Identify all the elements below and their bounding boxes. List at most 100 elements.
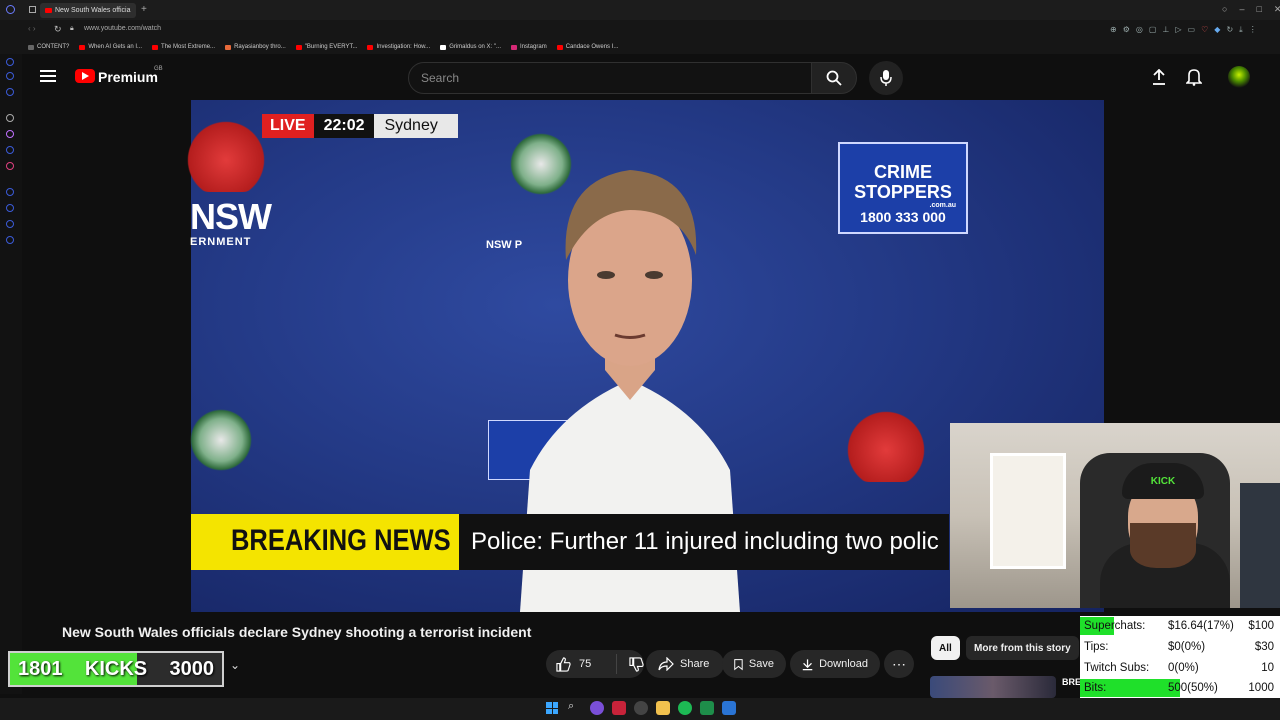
account-avatar[interactable] [1228,66,1250,88]
upload-icon [1153,69,1165,85]
new-tab-plus-icon[interactable]: + [141,4,147,15]
side-panel-icon[interactable] [6,88,14,96]
reload-icon[interactable]: ↻ [54,24,62,35]
taskbar-app2-icon[interactable] [722,701,736,715]
crime-stoppers-phone: 1800 333 000 [860,209,946,225]
video-icon[interactable]: ▭ [1188,25,1196,35]
download-button[interactable]: Download [790,650,880,678]
window-search-icon[interactable]: ○ [1222,4,1227,15]
share-icon [658,657,674,671]
bookmark-favicon-icon [367,44,374,50]
chip-more-label: More from this story [974,642,1071,654]
bookmark-item[interactable]: The Most Extreme... [152,44,215,50]
window-controls: ○ – □ ✕ [1222,4,1280,15]
kicks-text: 1801 KICKS 3000 [10,653,222,685]
share-button[interactable]: Share [646,650,724,678]
related-video-title[interactable]: BRE [1062,677,1081,687]
search-input[interactable]: Search [408,62,812,94]
bookmark-item[interactable]: CONTENT? [28,44,69,50]
tab-grid-icon[interactable] [29,6,36,13]
side-panel-icon[interactable] [6,162,14,170]
side-panel-icon[interactable] [6,146,14,154]
chip-all[interactable]: All [931,636,960,660]
youtube-logo-icon[interactable] [75,69,95,83]
menu-hamburger-icon[interactable] [40,70,56,82]
download-tray-icon[interactable]: ⤓ [1239,25,1243,35]
dislike-button[interactable] [623,656,644,672]
side-panel-icon[interactable] [6,130,14,138]
maximize-icon[interactable]: □ [1256,4,1261,15]
microphone-icon [880,70,892,86]
ext-blue-icon[interactable]: ◆ [1214,25,1220,35]
side-panel-icon[interactable] [6,204,14,212]
voice-search-button[interactable] [869,61,903,95]
bookmark-item[interactable]: Grimaldus on X: "... [440,44,501,50]
close-window-icon[interactable]: ✕ [1274,4,1280,15]
bookmark-icon[interactable]: ▢ [1149,25,1157,35]
crime-stoppers-sign: CRIME STOPPERS .com.au 1800 333 000 [838,142,968,234]
heart-icon[interactable]: ♡ [1201,25,1208,35]
bookmark-favicon-icon [511,44,518,50]
bookmark-item[interactable]: "Burning EVERYT... [295,44,357,50]
extension-icons: ⊕ ⚙ ◎ ▢ ⊥ ▷ ▭ ♡ ◆ ↻ ⤓ ⋮ [1110,25,1257,35]
nsw-logo-subtext: ERNMENT [190,236,252,248]
side-panel-icon[interactable] [6,114,14,122]
notifications-button[interactable] [1183,66,1205,88]
taskbar-obs-icon[interactable] [634,701,648,715]
related-video-thumbnail[interactable] [930,676,1056,698]
region-code: GB [154,66,163,72]
bell-icon [1186,69,1202,86]
goal-label: Superchats: [1084,620,1146,632]
goal-target: 10 [1261,661,1274,674]
browser-menu-icon[interactable] [6,5,15,14]
nsw-police-text: NSW P [486,239,523,251]
kicks-goal: 3000 [169,657,214,680]
chip-more-from-story[interactable]: More from this story [966,636,1079,660]
download-label: Download [819,658,868,670]
goal-row: Bits: 500(50%) 1000 [1080,678,1280,698]
windows-start-icon[interactable] [546,702,558,714]
settings-icon[interactable]: ⚙ [1123,25,1130,35]
tab-title: New South Wales officia [55,7,131,14]
side-panel-icon[interactable] [6,220,14,228]
chevron-down-icon[interactable]: ⌄ [230,658,240,672]
side-panel-icon[interactable] [6,72,14,80]
menu-dots-icon[interactable]: ⋮ [1249,25,1257,35]
zoom-icon[interactable]: ⊕ [1110,25,1117,35]
taskbar-spotify-icon[interactable] [678,701,692,715]
taskbar-browser-icon[interactable] [590,701,604,715]
browser-tab-active[interactable]: New South Wales officia [40,3,136,18]
browser-tab-bar [0,0,1280,20]
browser-address-bar [0,20,1280,40]
bookmark-item[interactable]: Rayasianboy thro... [225,44,286,50]
cap-logo-text: KICK [1150,475,1176,487]
bookmark-item[interactable]: Investigation: How... [367,44,430,50]
goal-target: $100 [1248,620,1274,632]
side-panel-icon[interactable] [6,236,14,244]
back-icon[interactable]: ‹ › [28,24,36,33]
pin-icon[interactable]: ⊥ [1162,25,1169,35]
taskbar-search-icon[interactable]: ⌕ [568,700,574,713]
bookmark-item[interactable]: Candace Owens I... [556,44,618,50]
taskbar-folder-icon[interactable] [656,701,670,715]
save-button[interactable]: Save [722,650,786,678]
url-text[interactable]: www.youtube.com/watch [84,25,161,32]
more-actions-button[interactable]: ⋯ [884,650,914,678]
camera-icon[interactable]: ◎ [1136,25,1143,35]
youtube-premium-label[interactable]: Premium [98,69,158,85]
like-button[interactable]: 75 [546,654,617,674]
play-icon[interactable]: ▷ [1175,25,1181,35]
side-panel-icon[interactable] [6,188,14,196]
broadcast-city: Sydney [374,114,458,138]
ext-sync-icon[interactable]: ↻ [1226,25,1233,35]
taskbar-app-icon[interactable] [612,701,626,715]
streamer-beard [1130,523,1196,568]
bookmark-item[interactable]: Instagram [511,44,547,50]
minimize-icon[interactable]: – [1239,4,1244,15]
goal-label: Bits: [1084,682,1107,695]
taskbar-excel-icon[interactable] [700,701,714,715]
search-button[interactable] [811,62,857,94]
bookmark-item[interactable]: When AI Gets an I... [79,44,142,50]
side-panel-icon[interactable] [6,58,14,66]
create-upload-button[interactable] [1148,66,1170,88]
